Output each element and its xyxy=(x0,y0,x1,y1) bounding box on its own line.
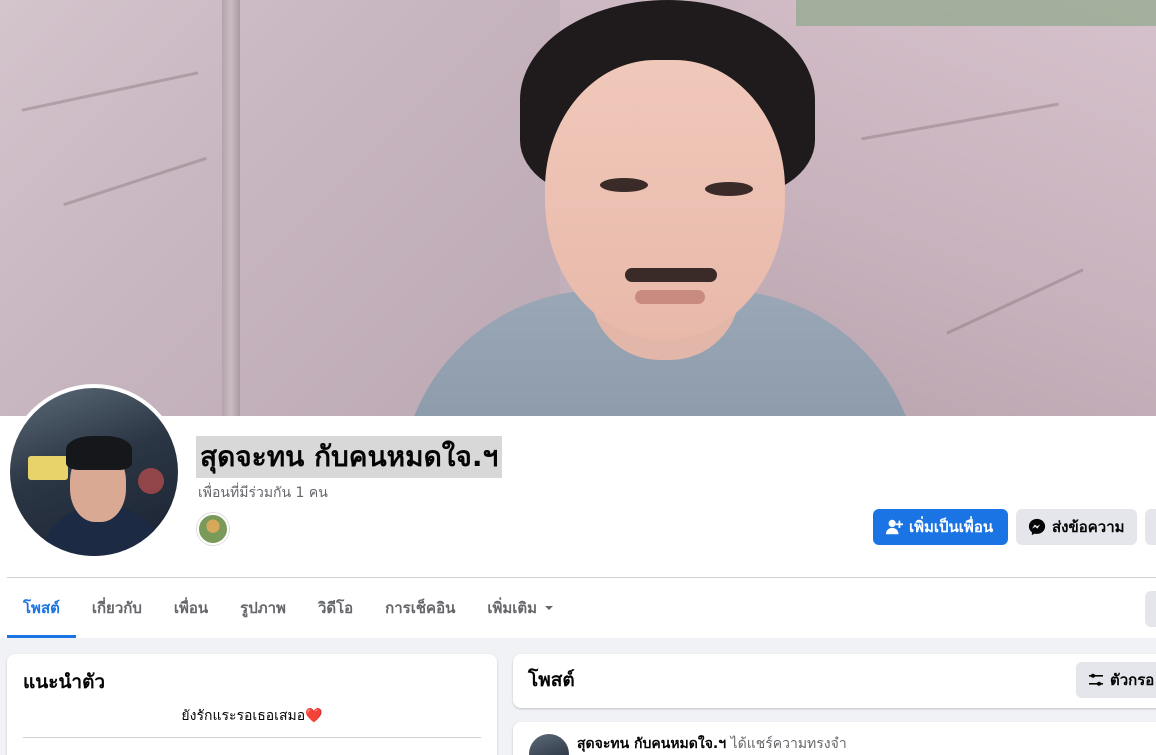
tab-checkins-label: การเช็คอิน xyxy=(385,599,456,617)
messenger-icon xyxy=(1028,518,1046,536)
tab-posts[interactable]: โพสต์ xyxy=(7,578,76,638)
filter-button[interactable]: ตัวกรอ xyxy=(1076,662,1156,698)
profile-tabs: โพสต์ เกี่ยวกับ เพื่อน รูปภาพ วิดีโอ การ… xyxy=(7,578,571,638)
message-label: ส่งข้อความ xyxy=(1052,518,1125,536)
tab-more[interactable]: เพิ่มเติม xyxy=(471,578,571,638)
tab-photos-label: รูปภาพ xyxy=(240,599,286,617)
mutual-friends-count[interactable]: เพื่อนที่มีร่วมกัน 1 คน xyxy=(198,484,328,502)
cover-photo[interactable] xyxy=(0,0,1156,416)
tab-posts-label: โพสต์ xyxy=(23,599,60,617)
filter-icon xyxy=(1089,673,1103,686)
tab-photos[interactable]: รูปภาพ xyxy=(224,578,302,638)
chevron-down-icon xyxy=(545,606,554,610)
tab-videos[interactable]: วิดีโอ xyxy=(302,578,369,638)
filter-label: ตัวกรอ xyxy=(1110,671,1155,689)
posts-title: โพสต์ xyxy=(528,669,575,691)
cover-person-mustache xyxy=(625,268,717,282)
cover-person-eye xyxy=(705,182,753,196)
tab-about[interactable]: เกี่ยวกับ xyxy=(76,578,158,638)
profile-name: สุดจะทน กับคนหมดใจ.ฯ xyxy=(196,436,503,478)
intro-bio-text: ยังรักแระรอเธอเสมอ xyxy=(181,708,306,724)
post-card: สุดจะทน กับคนหมดใจ.ฯ ได้แชร์ความทรงจำ xyxy=(513,722,1156,755)
post-header: สุดจะทน กับคนหมดใจ.ฯ ได้แชร์ความทรงจำ xyxy=(577,734,847,754)
intro-bio: ยังรักแระรอเธอเสมอ❤️ xyxy=(7,706,497,726)
avatar-bg-light xyxy=(138,468,164,494)
add-friend-button[interactable]: เพิ่มเป็นเพื่อน xyxy=(873,509,1008,545)
intro-divider xyxy=(23,737,481,738)
post-author-name[interactable]: สุดจะทน กับคนหมดใจ.ฯ xyxy=(577,736,726,752)
add-friend-icon xyxy=(885,519,903,535)
intro-title: แนะนำตัว xyxy=(23,671,106,693)
profile-avatar[interactable] xyxy=(6,384,182,560)
tab-more-label: เพิ่มเติม xyxy=(487,599,538,617)
cover-person-lip xyxy=(635,290,705,304)
more-actions-button[interactable] xyxy=(1145,509,1156,545)
tab-about-label: เกี่ยวกับ xyxy=(91,599,142,617)
heart-icon: ❤️ xyxy=(305,708,323,724)
avatar-person-hair xyxy=(66,436,132,470)
mutual-friend-avatar[interactable] xyxy=(197,513,229,545)
cover-person-eye xyxy=(600,178,648,192)
avatar-bg-sign xyxy=(28,456,68,480)
cover-grass xyxy=(796,0,1156,26)
cover-pole xyxy=(222,0,240,416)
posts-header-card: โพสต์ ตัวกรอ xyxy=(513,654,1156,708)
tab-videos-label: วิดีโอ xyxy=(317,599,354,617)
profile-avatar-image xyxy=(10,388,178,556)
tab-friends[interactable]: เพื่อน xyxy=(158,578,224,638)
add-friend-label: เพิ่มเป็นเพื่อน xyxy=(909,518,994,536)
post-action-text: ได้แชร์ความทรงจำ xyxy=(730,736,847,752)
intro-card: แนะนำตัว ยังรักแระรอเธอเสมอ❤️ xyxy=(7,654,497,755)
message-button[interactable]: ส่งข้อความ xyxy=(1016,509,1137,545)
post-author-avatar[interactable] xyxy=(529,734,569,755)
tab-friends-label: เพื่อน xyxy=(173,599,209,617)
tab-checkins[interactable]: การเช็คอิน xyxy=(369,578,471,638)
tabs-overflow-button[interactable] xyxy=(1145,591,1156,627)
